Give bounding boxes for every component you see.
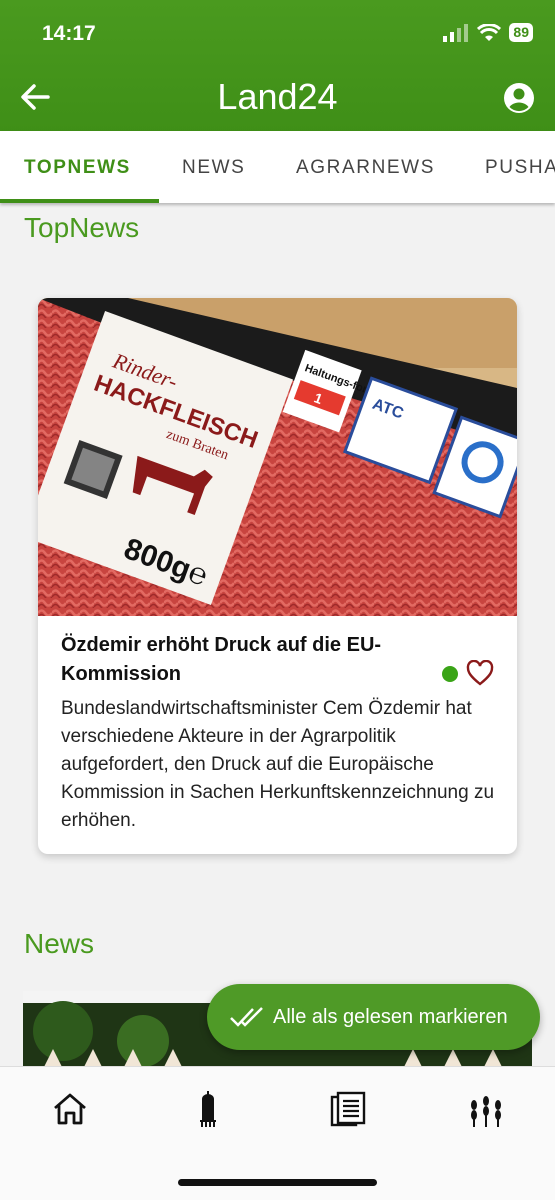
double-check-icon (230, 1007, 263, 1027)
status-bar: 14:17 89 (0, 20, 555, 50)
mark-all-read-button[interactable]: Alle als gelesen markieren (207, 984, 540, 1050)
battery-indicator: 89 (509, 23, 533, 42)
silo-icon[interactable] (188, 1089, 228, 1129)
app-bar: Land24 (0, 72, 555, 124)
article-teaser: Bundeslandwirtschaftsminister Cem Özdemi… (61, 698, 495, 831)
article-title[interactable]: Özdemir erhöht Druck auf die EU-Kommissi… (61, 631, 441, 689)
home-icon[interactable] (50, 1089, 90, 1129)
home-indicator[interactable] (178, 1179, 377, 1186)
article-image: Rinder- HACKFLEISCH zum Braten 800g℮ Hal… (38, 298, 517, 616)
heart-icon[interactable] (466, 660, 494, 686)
unread-indicator (442, 666, 458, 682)
tab-agrarnews[interactable]: AGRARNEWS (296, 157, 435, 179)
wheat-icon[interactable] (466, 1089, 506, 1129)
section-title-topnews: TopNews (24, 212, 140, 243)
tab-topnews[interactable]: TOPNEWS (24, 157, 131, 179)
tab-news[interactable]: NEWS (182, 157, 245, 179)
account-icon[interactable] (503, 82, 535, 114)
status-time: 14:17 (42, 22, 96, 45)
wifi-icon (477, 23, 502, 41)
tab-bar: TOPNEWS NEWS AGRARNEWS PUSHA (0, 131, 555, 203)
app-header: 14:17 89 Land24 (0, 0, 555, 131)
newspaper-icon[interactable] (328, 1089, 368, 1129)
section-title-news: News (24, 928, 95, 959)
signal-icon (443, 23, 469, 42)
tab-pusha[interactable]: PUSHA (485, 157, 555, 179)
app-title: Land24 (217, 76, 338, 117)
mark-all-read-label: Alle als gelesen markieren (273, 1005, 508, 1028)
top-article-card[interactable]: Rinder- HACKFLEISCH zum Braten 800g℮ Hal… (38, 298, 517, 854)
active-tab-indicator (0, 199, 159, 203)
